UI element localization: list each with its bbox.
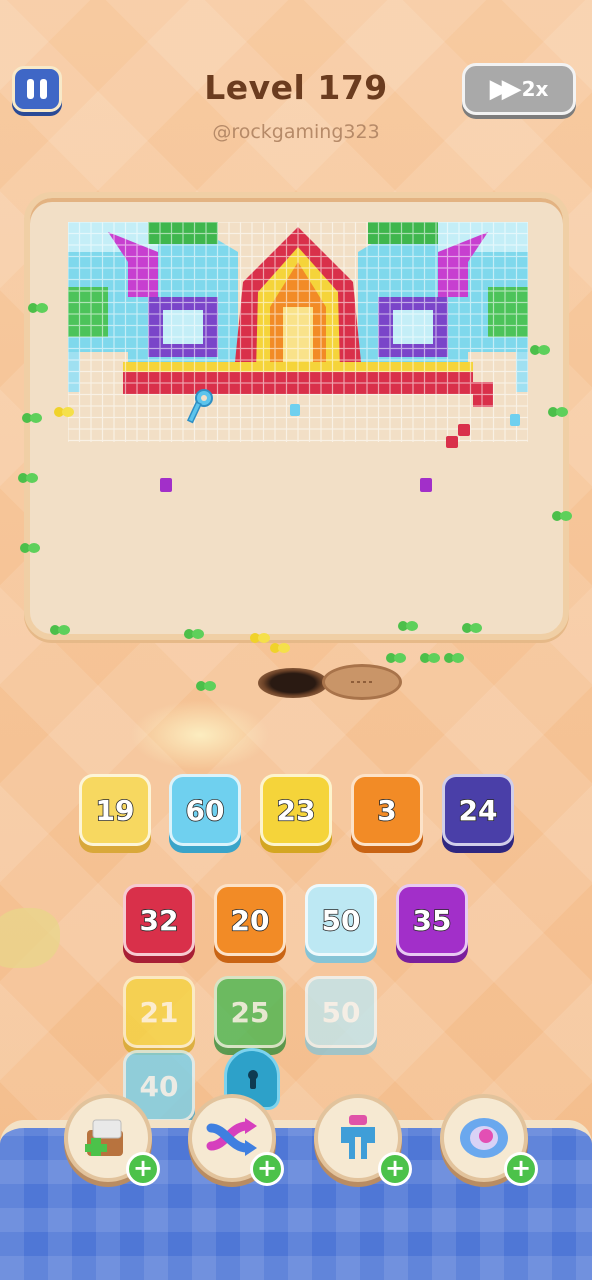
- loose-pixel: [446, 436, 458, 448]
- ant-icon: [22, 410, 44, 424]
- sparkle-effect: [130, 700, 270, 770]
- shuffle-plus-icon[interactable]: +: [250, 1152, 284, 1186]
- speed-label: 2x: [521, 77, 549, 101]
- ant-icon: [28, 300, 50, 314]
- ant-icon: [54, 404, 76, 418]
- stack-tile[interactable]: 20: [214, 884, 286, 956]
- level-title: Level 179: [204, 68, 388, 107]
- queue-tile[interactable]: 24: [442, 774, 514, 846]
- stack-tile: 25: [214, 976, 286, 1048]
- ant-icon: [444, 650, 466, 664]
- stack-tile: 50: [305, 976, 377, 1048]
- ant-icon: [548, 404, 570, 418]
- ant-icon: [50, 622, 72, 636]
- ant-icon: [386, 650, 408, 664]
- bubble-icon: [460, 1118, 508, 1158]
- fast-forward-icon: ▶▶: [489, 74, 522, 104]
- stack-tile: 21: [123, 976, 195, 1048]
- speed-button[interactable]: ▶▶ 2x: [462, 63, 576, 115]
- loose-pixel: [420, 478, 432, 492]
- ant-icon: [530, 342, 552, 356]
- add-tray-plus-icon[interactable]: +: [126, 1152, 160, 1186]
- key-icon: [186, 388, 216, 428]
- leaf-decoration: [0, 908, 60, 968]
- stack-tile[interactable]: 32: [123, 884, 195, 956]
- loose-pixel: [458, 424, 470, 436]
- hole-lid: [322, 664, 402, 700]
- queue-tile[interactable]: 23: [260, 774, 332, 846]
- queue-tile[interactable]: 19: [79, 774, 151, 846]
- bubble-plus-icon[interactable]: +: [504, 1152, 538, 1186]
- queue-tile[interactable]: 3: [351, 774, 423, 846]
- ant-icon: [398, 618, 420, 632]
- ant-icon: [250, 630, 272, 644]
- queue-tile[interactable]: 60: [169, 774, 241, 846]
- ant-icon: [196, 678, 218, 692]
- ant-icon: [184, 626, 206, 640]
- ant-icon: [420, 650, 442, 664]
- pause-icon-bar: [40, 79, 47, 99]
- ant-icon: [552, 508, 574, 522]
- ant-icon: [462, 620, 484, 634]
- stack-tile[interactable]: 35: [396, 884, 468, 956]
- username: @rockgaming323: [212, 121, 380, 143]
- pause-button[interactable]: [12, 66, 62, 112]
- ant-icon: [18, 470, 40, 484]
- ant-icon: [270, 640, 292, 654]
- stack-tile[interactable]: 50: [305, 884, 377, 956]
- shuffle-arrows-icon: [206, 1118, 257, 1156]
- ant-icon: [20, 540, 42, 554]
- magnet-icon: [341, 1115, 375, 1159]
- loose-pixel: [290, 404, 300, 416]
- loose-pixel: [160, 478, 172, 492]
- ant-hole: [258, 668, 328, 698]
- pause-icon-bar: [27, 79, 34, 99]
- loose-pixel: [510, 414, 520, 426]
- magnet-plus-icon[interactable]: +: [378, 1152, 412, 1186]
- add-box-icon: [85, 1119, 123, 1156]
